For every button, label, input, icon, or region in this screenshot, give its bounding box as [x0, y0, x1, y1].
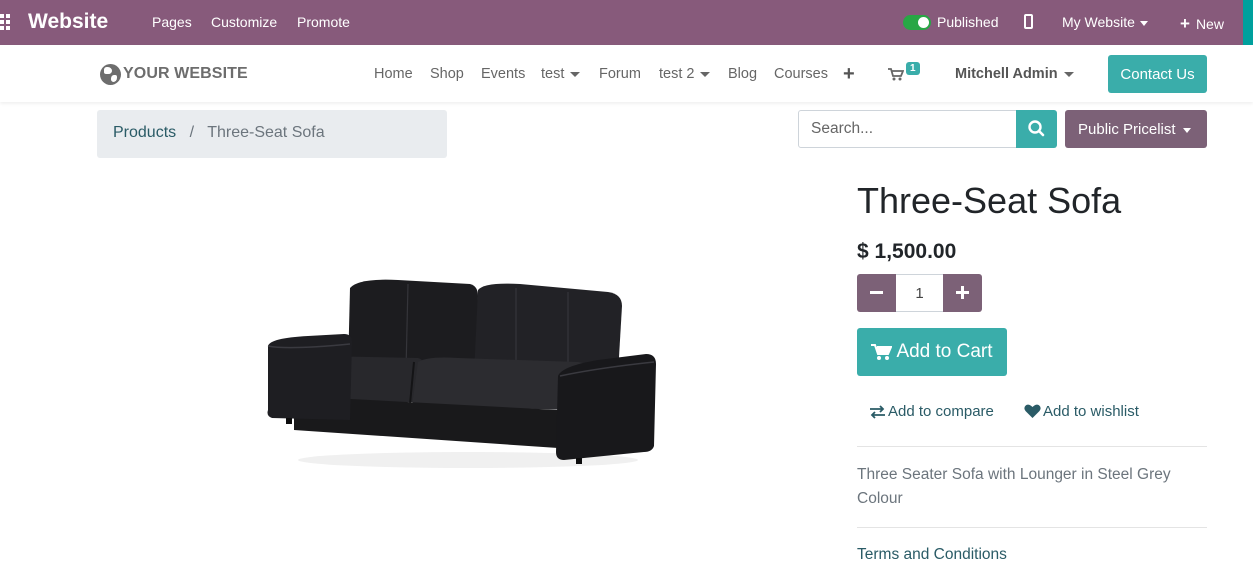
chevron-down-icon: [1063, 71, 1074, 77]
product-image[interactable]: [258, 270, 668, 475]
menu-pages[interactable]: Pages: [152, 14, 192, 30]
divider: [857, 527, 1207, 528]
add-to-cart-label: Add to Cart: [896, 341, 993, 362]
breadcrumb-products[interactable]: Products: [113, 124, 176, 141]
heart-icon: [1024, 404, 1041, 418]
nav-test[interactable]: test: [541, 66, 581, 82]
nav-forum[interactable]: Forum: [599, 66, 641, 82]
admin-bar: Website Pages Customize Promote Publishe…: [0, 0, 1253, 45]
chevron-down-icon: [1182, 127, 1191, 133]
nav-test-2[interactable]: test 2: [659, 66, 711, 82]
chevron-down-icon: [700, 71, 711, 77]
website-switcher[interactable]: My Website: [1062, 14, 1148, 30]
search-button[interactable]: [1016, 110, 1057, 148]
site-navbar: YOUR WEBSITE Home Shop Events test Forum…: [0, 45, 1253, 102]
breadcrumb-current: Three-Seat Sofa: [207, 124, 325, 141]
new-label: New: [1195, 16, 1224, 32]
product-description: Three Seater Sofa with Lounger in Steel …: [857, 466, 1171, 507]
logo-text: YOUR WEBSITE: [123, 65, 248, 82]
apps-grid-icon[interactable]: [0, 14, 12, 30]
published-label[interactable]: Published: [937, 14, 999, 30]
chevron-down-icon: [1139, 20, 1148, 26]
menu-promote[interactable]: Promote: [297, 14, 350, 30]
add-to-compare-link[interactable]: Add to compare: [869, 403, 994, 420]
breadcrumb-separator: /: [189, 124, 195, 141]
nav-events[interactable]: Events: [481, 66, 525, 82]
nav-home[interactable]: Home: [374, 66, 413, 82]
terms-and-conditions-link[interactable]: Terms and Conditions: [857, 546, 1007, 564]
edge-strip: [1243, 0, 1253, 45]
mobile-preview-icon[interactable]: [1024, 14, 1033, 29]
menu-customize[interactable]: Customize: [211, 14, 277, 30]
add-to-compare-label: Add to compare: [888, 403, 994, 420]
nav-shop[interactable]: Shop: [430, 66, 464, 82]
add-to-wishlist-link[interactable]: Add to wishlist: [1024, 403, 1139, 420]
published-toggle[interactable]: [903, 15, 931, 30]
user-menu[interactable]: Mitchell Admin: [955, 66, 1074, 82]
product-price: $ 1,500.00: [857, 240, 957, 263]
plus-icon: +: [1180, 14, 1190, 33]
cart-icon: [871, 343, 893, 360]
search-input[interactable]: [798, 110, 1017, 148]
product-title: Three-Seat Sofa: [857, 180, 1122, 221]
breadcrumb: Products / Three-Seat Sofa: [97, 110, 447, 158]
cart-icon[interactable]: [888, 68, 904, 81]
quantity-decrease-button[interactable]: [857, 274, 896, 312]
add-to-cart-button[interactable]: Add to Cart: [857, 328, 1007, 376]
admin-brand[interactable]: Website: [28, 10, 108, 34]
compare-icon: [870, 404, 885, 419]
site-logo[interactable]: YOUR WEBSITE: [100, 63, 248, 85]
pricelist-label: Public Pricelist: [1078, 121, 1176, 138]
new-button[interactable]: + New: [1180, 14, 1224, 34]
nav-test-label: test: [541, 66, 565, 82]
website-switcher-label: My Website: [1062, 14, 1135, 30]
pricelist-dropdown[interactable]: Public Pricelist: [1065, 110, 1207, 148]
divider: [857, 446, 1207, 447]
add-menu-plus-icon[interactable]: +: [843, 63, 855, 86]
nav-test-2-label: test 2: [659, 66, 695, 82]
quantity-input[interactable]: [896, 274, 943, 312]
globe-icon: [100, 63, 121, 85]
nav-blog[interactable]: Blog: [728, 66, 757, 82]
contact-us-button[interactable]: Contact Us: [1108, 55, 1207, 93]
nav-courses[interactable]: Courses: [774, 66, 828, 82]
chevron-down-icon: [570, 71, 581, 77]
add-to-wishlist-label: Add to wishlist: [1043, 403, 1139, 420]
cart-count-badge: 1: [906, 62, 920, 75]
user-name: Mitchell Admin: [955, 66, 1058, 82]
search-icon: [1028, 120, 1045, 137]
quantity-increase-button[interactable]: [943, 274, 982, 312]
